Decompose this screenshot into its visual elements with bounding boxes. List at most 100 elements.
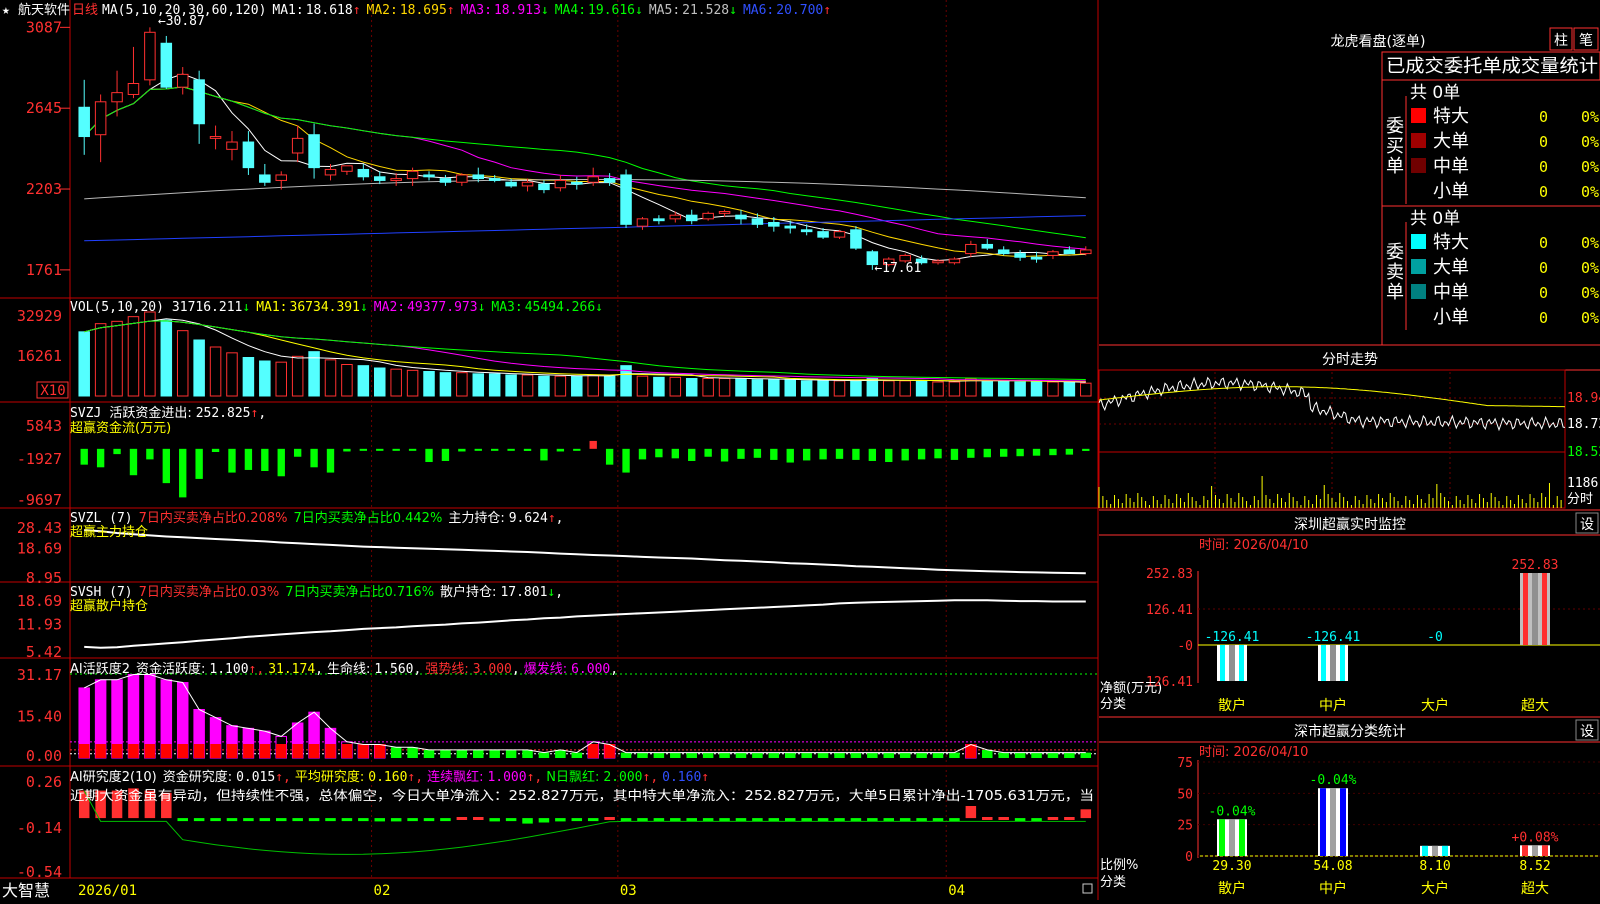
classify-bar-core [1330, 788, 1336, 856]
volume-unit-label: X10 [40, 383, 65, 399]
classify-y-tick: 25 [1177, 819, 1193, 834]
research-nday-value: 2.000 [603, 770, 642, 785]
research-nday-label: N日飘红: [546, 769, 599, 785]
volume-bar [423, 371, 435, 397]
activity-bar [620, 752, 632, 758]
volume-bar [932, 381, 944, 397]
fund-flow-bar [162, 448, 170, 484]
order-total: 共 0单 [1410, 209, 1460, 229]
research-commentary: 近期大资金虽有异动，但持续性不强，总体偏空，今日大单净流入：252.827万元，… [70, 788, 1094, 804]
research-bar [407, 818, 418, 822]
volume-bar [357, 365, 370, 397]
ma2-arrow: ↑ [447, 3, 455, 18]
candle [226, 141, 238, 150]
research-streak-value: 1.000 [487, 770, 526, 785]
longhu-header: 已成交委托单成交量统计 [1386, 56, 1598, 77]
candle [784, 225, 796, 229]
volume-ma2-arrow: ↓ [478, 300, 486, 315]
order-row-count: 0 [1539, 259, 1548, 277]
monitor-bar-core [1330, 645, 1336, 681]
fund-flow-bar [507, 448, 515, 451]
classify-ylabel: 比例% [1100, 858, 1138, 873]
monitor-time: 时间: 2026/04/10 [1199, 538, 1308, 553]
volume-bar [948, 381, 961, 397]
research-bar [374, 818, 386, 822]
volume-bar [160, 319, 173, 397]
volume-bar [406, 369, 419, 397]
ma3-label: MA3: [461, 3, 492, 18]
research-bar [177, 818, 188, 822]
candle [193, 79, 205, 125]
research-bar [883, 818, 895, 822]
research-bar [916, 818, 927, 822]
activity-bar [390, 747, 402, 758]
classify-bar-edge [1522, 845, 1528, 856]
candle [390, 178, 402, 181]
research-bar [243, 818, 254, 822]
research-bar [604, 817, 615, 820]
research-bar [834, 818, 845, 822]
burst-line-label: 爆发线: [524, 661, 567, 677]
order-row-count: 0 [1539, 309, 1548, 327]
order-total: 共 0单 [1410, 83, 1460, 103]
stock-terminal: 3087 2645 2203 1761 ★ 航天软件 日线 MA(5,10,20,30,60,… [0, 0, 1600, 900]
activity-bar [571, 752, 583, 758]
research-bar [325, 818, 336, 822]
fund-flow-bar [638, 448, 647, 460]
ma2-value: 18.695 [400, 3, 447, 18]
classify-bar-core [1432, 845, 1438, 856]
candle [78, 106, 90, 138]
order-row-label: 特大 [1433, 232, 1469, 253]
research-bar [1031, 818, 1042, 822]
research-bar [867, 818, 878, 822]
volume-bar [1080, 382, 1092, 397]
order-side-label: 卖 [1386, 262, 1404, 283]
price-axis-label: 2203 [26, 180, 62, 198]
order-side-label: 买 [1386, 136, 1404, 157]
candle [669, 214, 682, 220]
candle [620, 174, 632, 225]
research-bar [686, 818, 697, 822]
monitor-bar-edge [1220, 645, 1225, 681]
candle [997, 249, 1010, 255]
classify-bar-edge [1422, 845, 1428, 856]
candle [439, 178, 452, 183]
fund-flow-bar [622, 448, 630, 473]
research-bar [210, 818, 221, 822]
activity-bar [555, 749, 566, 758]
activity-bar [899, 752, 911, 758]
candle [735, 214, 747, 220]
activity-bar [473, 749, 484, 758]
monitor-category: 大户 [1421, 697, 1449, 714]
monitor-bar-core [1532, 573, 1538, 646]
lock-icon [1082, 883, 1093, 894]
fund-flow-active-value: 252.825 [196, 406, 251, 421]
ma3-value: 18.913 [494, 3, 541, 18]
activity-bar [653, 752, 665, 758]
activity-bar [752, 752, 763, 758]
fund-flow-subtitle: 超赢资金流(万元) [70, 420, 171, 436]
volume-bar [751, 379, 764, 397]
activity-bar [883, 752, 895, 758]
volume-bar [997, 380, 1010, 397]
monitor-xlabel: 分类 [1100, 697, 1126, 712]
fund-flow-bar [671, 448, 679, 459]
volume-bar [1063, 381, 1076, 397]
activity-bar-base [161, 744, 172, 758]
order-row-count: 0 [1539, 158, 1548, 176]
candle [1030, 256, 1043, 260]
fund-flow-bar [310, 448, 318, 468]
fund-flow-bar [96, 448, 105, 468]
activity-bar-base [95, 744, 106, 758]
activity-bar-base [193, 744, 205, 758]
fund-flow-bar [408, 448, 417, 451]
order-swatch-特大 [1411, 234, 1426, 249]
main-holding-ratio-1: 7日内买卖净占比0.208% [139, 510, 288, 526]
main-holding-ratio-2: 7日内买卖净占比0.442% [293, 510, 442, 526]
research-fund-arrow: ↑, [275, 770, 291, 785]
volume-bar [390, 368, 402, 397]
fund-flow-bar [802, 448, 811, 461]
candle [981, 243, 994, 249]
activity-bar [998, 752, 1009, 758]
favorite-star-icon[interactable]: ★ [2, 3, 10, 18]
